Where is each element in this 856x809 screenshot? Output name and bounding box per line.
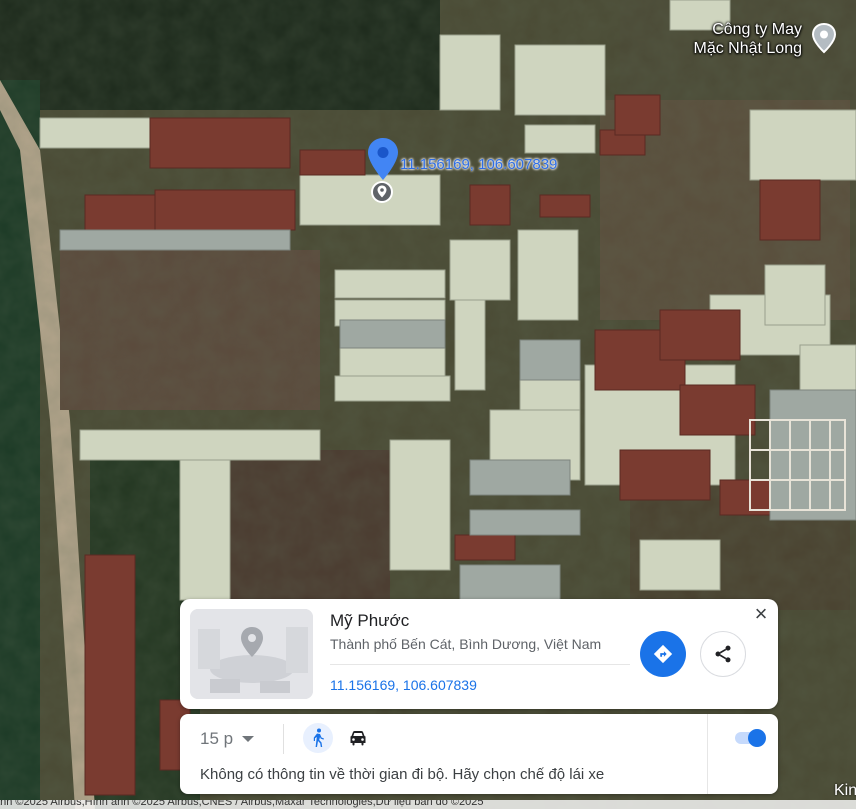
close-icon[interactable]: × [750,603,772,625]
corner-text: Kin [834,782,856,799]
place-coordinates-link[interactable]: 11.156169, 106.607839 [330,677,477,693]
place-info-card: Mỹ Phước Thành phố Bến Cát, Bình Dương, … [180,599,778,709]
share-button[interactable] [700,631,746,677]
driving-mode-button[interactable] [343,723,373,753]
walking-person-icon [313,728,324,747]
place-marker-icon[interactable] [370,180,394,204]
attribution-text: ảnh ©2025 Airbus,Hình ảnh ©2025 Airbus,C… [0,800,484,808]
panel-divider [707,714,708,794]
card-divider [330,664,630,665]
travel-time-select[interactable]: 15 p [200,728,255,750]
poi-label[interactable]: Công ty May Mặc Nhật Long [693,20,802,58]
place-address: Thành phố Bến Cát, Bình Dương, Việt Nam [330,636,602,652]
share-icon [715,645,731,663]
walking-time-message: Không có thông tin về thời gian đi bộ. H… [200,766,605,783]
location-pin-icon[interactable] [808,22,840,54]
car-icon [350,731,366,746]
place-thumbnail[interactable] [190,609,313,699]
toggle-switch[interactable] [733,728,767,748]
panel-separator [283,724,284,754]
poi-name-line2: Mặc Nhật Long [693,40,802,57]
dropped-pin-coordinates: 11.156169, 106.607839 [400,156,558,173]
thumbnail-illustration-icon [190,609,313,699]
travel-time-value: 15 p [200,729,234,748]
place-name: Mỹ Phước [330,611,410,630]
walking-mode-button[interactable] [303,723,333,753]
directions-arrow-icon [653,644,673,664]
poi-name-line1: Công ty May [712,21,802,38]
caret-down-icon [242,736,255,742]
directions-button[interactable] [640,631,686,677]
attribution-footer: ảnh ©2025 Airbus,Hình ảnh ©2025 Airbus,C… [0,800,856,809]
travel-mode-panel: 15 p Không có thông tin về thời gian đi … [180,714,778,794]
map-pin-icon[interactable] [366,137,400,181]
